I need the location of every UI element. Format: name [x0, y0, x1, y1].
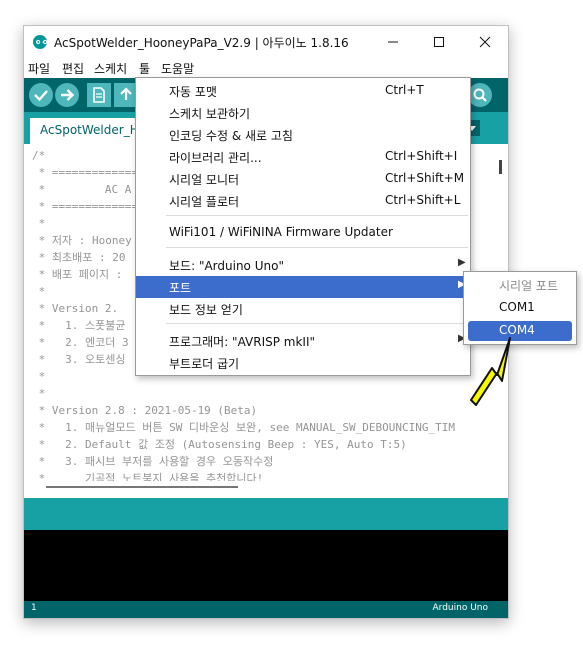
port-submenu: 시리얼 포트 COM1 COM4	[463, 271, 577, 345]
menu-item-fix-encoding[interactable]: 인코딩 수정 & 새로 고침	[136, 124, 470, 146]
code-line: * 저자 : Hooney	[32, 234, 132, 247]
code-line: * Version 2.8 : 2021-05-19 (Beta)	[32, 404, 258, 417]
menu-help[interactable]: 도움말	[161, 60, 194, 77]
title-bar: AcSpotWelder_HooneyPaPa_V2.9 | 아두이노 1.8.…	[24, 26, 508, 58]
verify-icon	[34, 90, 48, 102]
new-button[interactable]	[87, 83, 111, 107]
code-line: * 2. Default 값 조정 (Autosensing Beep : YE…	[32, 438, 407, 451]
menu-item-board-info[interactable]: 보드 정보 얻기	[136, 298, 470, 320]
code-line: *	[32, 387, 46, 400]
code-line: * 2. 엔코더 3	[32, 336, 129, 349]
code-line: * 배포 페이지 :	[32, 268, 123, 281]
message-area	[24, 498, 508, 530]
menu-item-programmer[interactable]: 프로그래머: "AVRISP mkII" ▶	[136, 330, 470, 352]
code-line: * 3. 패시브 부저를 사용할 경우 오동작수정	[32, 455, 274, 468]
menu-item-board[interactable]: 보드: "Arduino Uno" ▶	[136, 254, 470, 276]
horizontal-scrollbar-thumb[interactable]	[46, 486, 238, 488]
board-name: Arduino Uno	[432, 603, 489, 613]
code-line: * ==============	[32, 200, 145, 213]
menu-sketch[interactable]: 스케치	[94, 60, 127, 77]
upload-icon	[61, 89, 75, 101]
menu-item-serial-plotter[interactable]: 시리얼 플로터 Ctrl+Shift+L	[136, 190, 470, 212]
sketch-tab-label: AcSpotWelder_H	[40, 123, 139, 137]
menu-separator	[166, 247, 468, 248]
minimize-button[interactable]	[370, 26, 416, 58]
vertical-scrollbar-thumb[interactable]	[499, 160, 502, 174]
menu-item-port[interactable]: 포트 ▶	[136, 276, 470, 298]
console-output	[24, 530, 508, 601]
close-button[interactable]	[462, 26, 508, 58]
tools-menu: 자동 포맷 Ctrl+T 스케치 보관하기 인코딩 수정 & 새로 고침 라이브…	[135, 77, 471, 376]
footer-status-bar: 1 Arduino Uno	[24, 601, 508, 618]
code-line: *	[32, 285, 46, 298]
menu-edit[interactable]: 편집	[62, 60, 84, 77]
maximize-icon	[434, 37, 444, 47]
menu-item-manage-libraries[interactable]: 라이브러리 관리... Ctrl+Shift+I	[136, 146, 470, 168]
menu-file[interactable]: 파일	[28, 60, 50, 77]
serial-monitor-icon	[473, 88, 487, 102]
new-icon	[93, 87, 105, 103]
menu-item-archive-sketch[interactable]: 스케치 보관하기	[136, 102, 470, 124]
menu-separator	[166, 323, 468, 324]
code-line: /*	[32, 149, 46, 162]
upload-button[interactable]	[55, 83, 79, 107]
menu-bar: 파일 편집 스케치 툴 도움말	[24, 58, 508, 78]
menu-item-auto-format[interactable]: 자동 포맷 Ctrl+T	[136, 80, 470, 102]
maximize-button[interactable]	[416, 26, 462, 58]
menu-tools[interactable]: 툴	[139, 60, 150, 77]
chevron-right-icon: ▶	[458, 257, 466, 268]
menu-separator	[166, 215, 468, 216]
port-submenu-header: 시리얼 포트	[499, 279, 559, 293]
line-number: 1	[31, 603, 37, 613]
code-line: *	[32, 370, 46, 383]
code-line: * ==============	[32, 166, 145, 179]
window-title: AcSpotWelder_HooneyPaPa_V2.9 | 아두이노 1.8.…	[54, 36, 349, 50]
arduino-logo-icon	[33, 35, 47, 49]
code-line: * 최초배포 : 20	[32, 251, 126, 264]
serial-monitor-button[interactable]	[468, 83, 492, 107]
code-line: * AC A	[32, 183, 132, 196]
menu-item-firmware-updater[interactable]: WiFi101 / WiFiNINA Firmware Updater	[136, 222, 470, 244]
port-option-com1[interactable]: COM1	[468, 298, 572, 318]
annotation-arrow-icon	[470, 337, 511, 406]
menu-item-serial-monitor[interactable]: 시리얼 모니터 Ctrl+Shift+M	[136, 168, 470, 190]
code-line: * 1. 매뉴얼모드 버튼 SW 디바운싱 보완, see MANUAL_SW_…	[32, 421, 455, 434]
horizontal-scrollbar[interactable]	[24, 481, 494, 494]
close-icon	[479, 36, 491, 48]
code-line: * 3. 오토센싱	[32, 353, 126, 366]
verify-button[interactable]	[29, 83, 53, 107]
minimize-icon	[388, 41, 398, 43]
code-line: *	[32, 217, 46, 230]
code-line: * 1. 스폿불균	[32, 319, 126, 332]
code-line: * Version 2.	[32, 302, 119, 315]
menu-item-burn-bootloader[interactable]: 부트로더 굽기	[136, 352, 470, 374]
